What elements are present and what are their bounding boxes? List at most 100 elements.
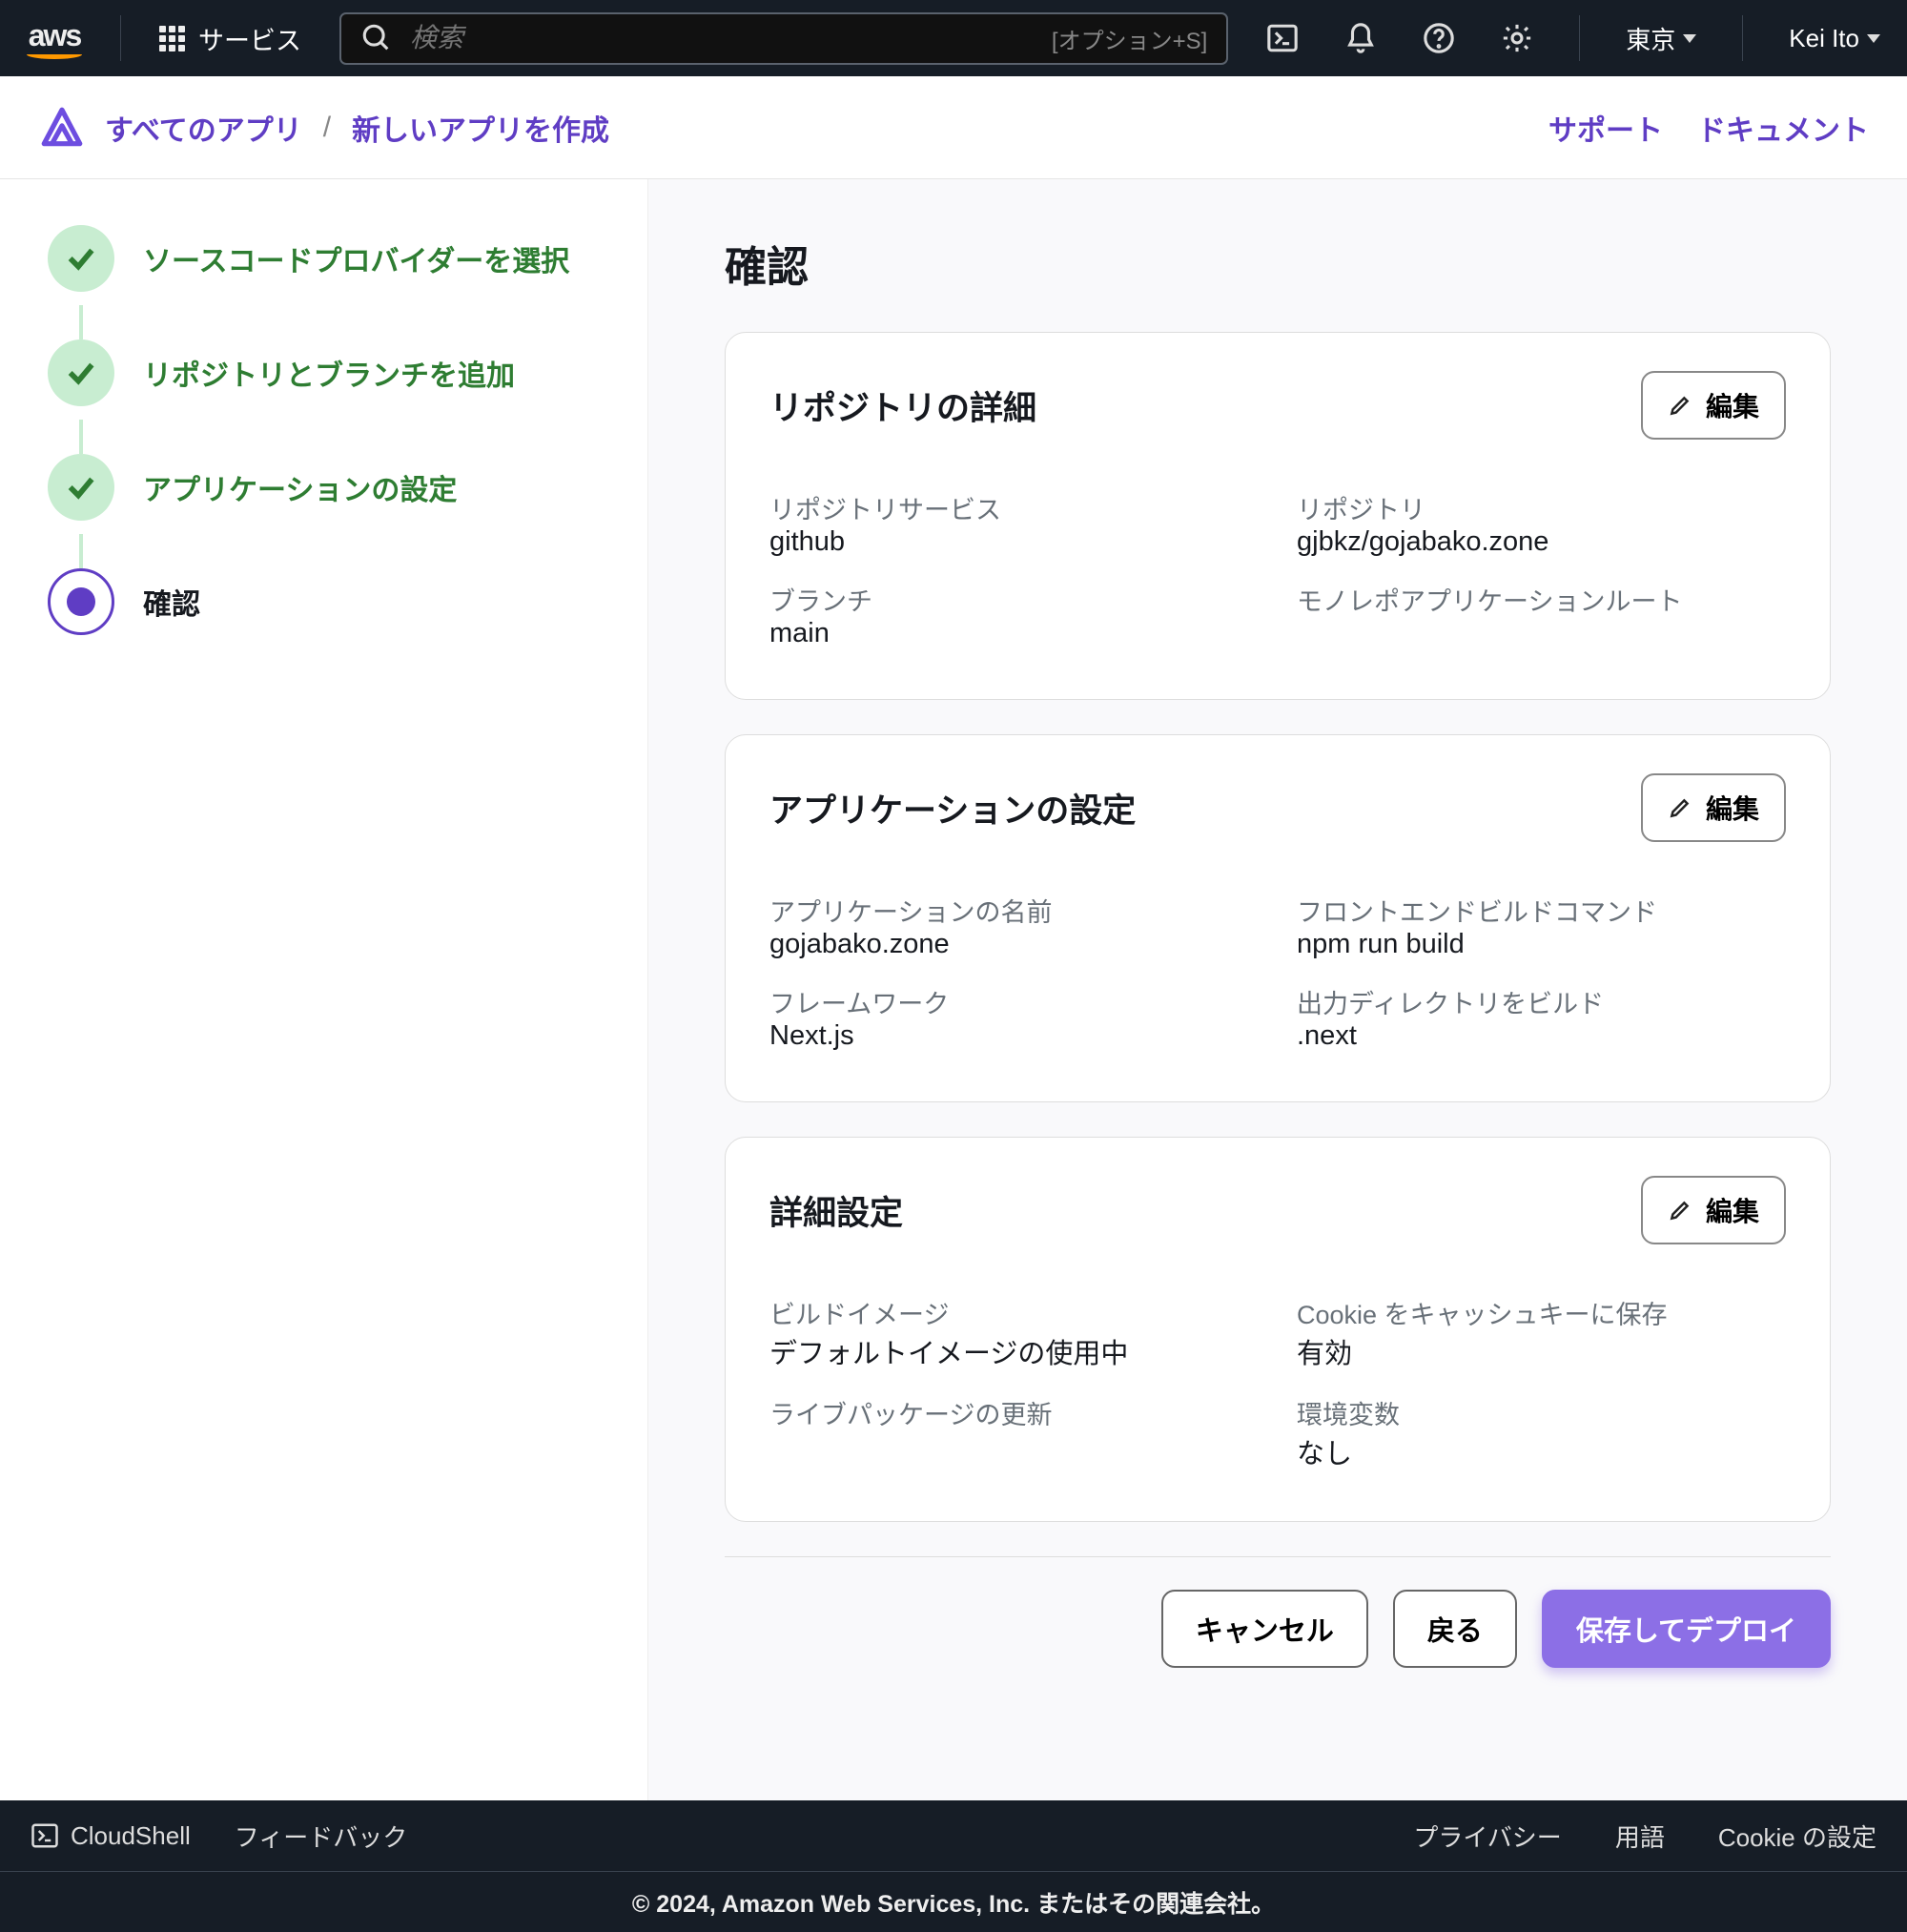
value-cookie-cache: 有効 <box>1297 1331 1786 1377</box>
step-app-settings[interactable]: アプリケーションの設定 <box>48 454 600 521</box>
copyright-text: © 2024, Amazon Web Services, Inc. またはその関… <box>632 1885 1275 1920</box>
edit-advanced-button[interactable]: 編集 <box>1641 1176 1786 1244</box>
card-app-settings: アプリケーションの設定 編集 アプリケーションの名前 gojabako.zone… <box>725 734 1831 1102</box>
breadcrumb: すべてのアプリ / 新しいアプリを作成 <box>105 107 609 149</box>
aws-logo-text: aws <box>29 18 80 53</box>
label-framework: フレームワーク <box>769 966 1259 1020</box>
value-build-image: デフォルトイメージの使用中 <box>769 1331 1259 1377</box>
divider <box>120 15 121 61</box>
service-bar: すべてのアプリ / 新しいアプリを作成 サポート ドキュメント <box>0 76 1907 179</box>
region-label: 東京 <box>1626 21 1675 56</box>
divider <box>1579 15 1580 61</box>
aws-logo[interactable]: aws <box>27 18 82 59</box>
page-title: 確認 <box>725 233 1831 294</box>
search-input[interactable] <box>410 23 1035 53</box>
terms-link[interactable]: 用語 <box>1615 1819 1665 1854</box>
help-icon[interactable] <box>1423 22 1455 54</box>
main-layout: ソースコードプロバイダーを選択 リポジトリとブランチを追加 アプリケーションの設… <box>0 179 1907 1800</box>
search-icon <box>360 22 393 54</box>
step-source-provider[interactable]: ソースコードプロバイダーを選択 <box>48 225 600 292</box>
card-advanced: 詳細設定 編集 ビルドイメージ デフォルトイメージの使用中 ライブパッケージの更… <box>725 1137 1831 1522</box>
cloudshell-label: CloudShell <box>71 1821 191 1851</box>
save-deploy-button[interactable]: 保存してデプロイ <box>1542 1590 1831 1668</box>
divider <box>1742 15 1743 61</box>
card-title: 詳細設定 <box>769 1186 903 1235</box>
aws-smile-icon <box>27 50 82 59</box>
back-button[interactable]: 戻る <box>1393 1590 1517 1668</box>
value-app-name: gojabako.zone <box>769 929 1259 966</box>
topbar-right: 東京 Kei Ito <box>1266 15 1880 61</box>
label-output-dir: 出力ディレクトリをビルド <box>1297 966 1786 1020</box>
step-label: ソースコードプロバイダーを選択 <box>143 237 569 279</box>
step-badge <box>48 225 114 292</box>
link-support[interactable]: サポート <box>1548 107 1663 149</box>
step-repo-branch[interactable]: リポジトリとブランチを追加 <box>48 339 600 406</box>
cancel-button[interactable]: キャンセル <box>1161 1590 1368 1668</box>
crumb-all-apps[interactable]: すべてのアプリ <box>105 107 302 149</box>
label-repo-service: リポジトリサービス <box>769 472 1259 526</box>
step-label: リポジトリとブランチを追加 <box>143 352 515 394</box>
pencil-icon <box>1668 1198 1692 1223</box>
edit-label: 編集 <box>1706 1191 1759 1229</box>
region-selector[interactable]: 東京 <box>1626 21 1696 56</box>
step-label: 確認 <box>143 581 200 623</box>
label-build-cmd: フロントエンドビルドコマンド <box>1297 874 1786 929</box>
value-build-cmd: npm run build <box>1297 929 1786 966</box>
gear-icon[interactable] <box>1501 22 1533 54</box>
services-menu[interactable]: サービス <box>159 20 301 57</box>
link-docs[interactable]: ドキュメント <box>1697 107 1869 149</box>
label-build-image: ビルドイメージ <box>769 1277 1259 1331</box>
step-connector <box>79 420 83 454</box>
step-badge <box>48 568 114 635</box>
edit-app-button[interactable]: 編集 <box>1641 773 1786 842</box>
label-monorepo-root: モノレポアプリケーションルート <box>1297 564 1786 618</box>
cloudshell-link[interactable]: CloudShell <box>31 1821 191 1851</box>
search-box[interactable]: [オプション+S] <box>339 12 1228 65</box>
step-connector <box>79 534 83 568</box>
value-framework: Next.js <box>769 1020 1259 1058</box>
action-row: キャンセル 戻る 保存してデプロイ <box>725 1556 1831 1668</box>
edit-label: 編集 <box>1706 386 1759 424</box>
label-repository: リポジトリ <box>1297 472 1786 526</box>
label-env-vars: 環境変数 <box>1297 1377 1786 1431</box>
label-app-name: アプリケーションの名前 <box>769 874 1259 929</box>
privacy-link[interactable]: プライバシー <box>1413 1819 1561 1854</box>
footer-copy: © 2024, Amazon Web Services, Inc. またはその関… <box>0 1871 1907 1932</box>
label-cookie-cache: Cookie をキャッシュキーに保存 <box>1297 1277 1786 1331</box>
user-menu[interactable]: Kei Ito <box>1789 24 1880 53</box>
cloudshell-icon[interactable] <box>1266 22 1299 54</box>
card-title: アプリケーションの設定 <box>769 784 1136 832</box>
step-connector <box>79 305 83 339</box>
value-branch: main <box>769 618 1259 655</box>
services-label: サービス <box>198 20 301 57</box>
crumb-sep: / <box>323 112 331 144</box>
card-title: リポジトリの詳細 <box>769 381 1036 430</box>
edit-label: 編集 <box>1706 789 1759 827</box>
value-repo-service: github <box>769 526 1259 564</box>
edit-repo-button[interactable]: 編集 <box>1641 371 1786 440</box>
amplify-logo-icon[interactable] <box>38 104 86 152</box>
footer-bar: CloudShell フィードバック プライバシー 用語 Cookie の設定 <box>0 1800 1907 1871</box>
crumb-create[interactable]: 新しいアプリを作成 <box>352 107 609 149</box>
search-hint: [オプション+S] <box>1052 22 1207 55</box>
card-repo-details: リポジトリの詳細 編集 リポジトリサービス github ブランチ main リ… <box>725 332 1831 700</box>
bell-icon[interactable] <box>1344 22 1377 54</box>
content: 確認 リポジトリの詳細 編集 リポジトリサービス github ブランチ mai… <box>648 179 1907 1800</box>
step-confirm[interactable]: 確認 <box>48 568 600 635</box>
search-wrap: [オプション+S] <box>339 12 1228 65</box>
label-live-pkg: ライブパッケージの更新 <box>769 1377 1259 1431</box>
cookie-settings-link[interactable]: Cookie の設定 <box>1718 1819 1876 1854</box>
label-branch: ブランチ <box>769 564 1259 618</box>
pencil-icon <box>1668 795 1692 820</box>
caret-down-icon <box>1683 34 1696 43</box>
value-output-dir: .next <box>1297 1020 1786 1058</box>
step-badge <box>48 454 114 521</box>
user-label: Kei Ito <box>1789 24 1859 53</box>
value-env-vars: なし <box>1297 1431 1786 1477</box>
services-grid-icon <box>159 26 185 51</box>
step-label: アプリケーションの設定 <box>143 466 457 508</box>
step-badge <box>48 339 114 406</box>
feedback-link[interactable]: フィードバック <box>235 1819 407 1854</box>
cloudshell-icon <box>31 1821 59 1850</box>
aws-top-bar: aws サービス [オプション+S] 東京 Kei Ito <box>0 0 1907 76</box>
